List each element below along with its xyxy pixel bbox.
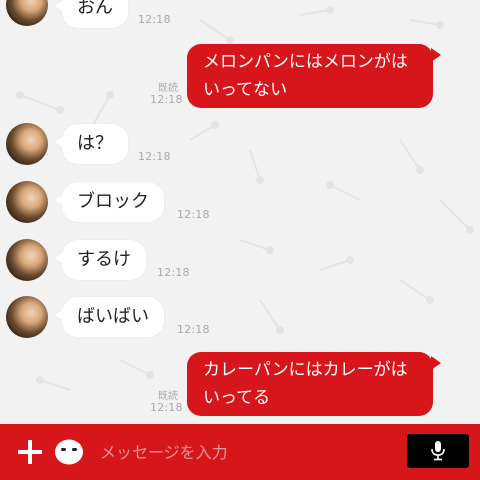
message-input[interactable] — [100, 439, 390, 465]
read-receipt: 既読 — [158, 391, 178, 402]
message-bubble[interactable]: メロンパンにはメロンがはいってない — [187, 44, 441, 108]
message-time: 12:18 — [150, 401, 183, 414]
message-bubble[interactable]: ばいばい — [55, 297, 164, 337]
chat-area[interactable]: おん 12:18 メロンパンにはメロンがはいってない 既読 12:18 は？ 1… — [0, 0, 480, 424]
message-bubble[interactable]: は？ — [55, 124, 128, 164]
message-bubble[interactable]: カレーパンにはカレーがはいってる — [187, 352, 441, 416]
read-receipt: 既読 — [158, 83, 178, 94]
message-bubble[interactable]: おん — [55, 0, 128, 28]
avatar[interactable] — [6, 181, 48, 223]
microphone-icon — [431, 441, 445, 461]
avatar[interactable] — [6, 296, 48, 338]
message-time: 12:18 — [138, 13, 171, 26]
message-time: 12:18 — [177, 208, 210, 221]
message-bubble[interactable]: するけ — [55, 240, 146, 280]
avatar[interactable] — [6, 239, 48, 281]
plus-icon[interactable] — [18, 440, 42, 464]
emoji-face-icon[interactable] — [54, 438, 84, 466]
message-input-bar — [0, 424, 480, 480]
avatar[interactable] — [6, 123, 48, 165]
message-time: 12:18 — [138, 150, 171, 163]
message-time: 12:18 — [177, 323, 210, 336]
message-time: 12:18 — [157, 266, 190, 279]
message-bubble[interactable]: ブロック — [55, 182, 164, 222]
microphone-button[interactable] — [407, 434, 469, 468]
message-time: 12:18 — [150, 93, 183, 106]
